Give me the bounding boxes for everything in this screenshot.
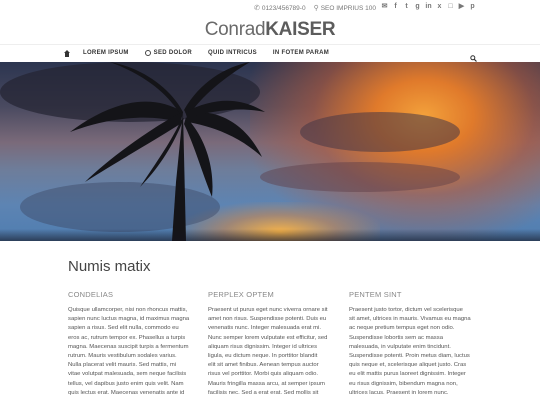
- site-logo[interactable]: ConradKAISER: [0, 19, 540, 41]
- pinterest-icon[interactable]: p: [469, 3, 476, 11]
- home-icon[interactable]: [64, 50, 70, 57]
- main-navigation: LOREM IPSUM SED DOLOR QUID INTRICUS IN F…: [0, 44, 540, 62]
- google-plus-icon[interactable]: g: [414, 3, 421, 11]
- youtube-icon[interactable]: ▶: [458, 3, 465, 11]
- column-heading: PENTEM SINT: [349, 290, 402, 299]
- facebook-icon[interactable]: f: [392, 3, 399, 11]
- linkedin-icon[interactable]: in: [425, 3, 432, 11]
- nav-item-label: LOREM IPSUM: [83, 50, 129, 56]
- column-text: Praesent justo tortor, dictum vel sceler…: [349, 307, 471, 396]
- column-heading: CONDELIAS: [68, 290, 114, 299]
- top-bar: ✆ 0123/456789-0 ⚲ SEO IMPRIUS 100 ✉ f t …: [0, 0, 540, 18]
- content-column: CONDELIAS Quisque ullamcorper, nisi non …: [68, 290, 193, 398]
- location-pin-icon: ⚲: [313, 5, 319, 12]
- address-text: SEO IMPRIUS 100: [320, 4, 376, 12]
- nav-item-label: QUID INTRICUS: [208, 50, 257, 56]
- instagram-icon[interactable]: □: [447, 3, 454, 11]
- contact-info: ✆ 0123/456789-0 ⚲ SEO IMPRIUS 100: [253, 4, 376, 13]
- content-column: PERPLEX OPTEM Praesent ut purus eget nun…: [208, 290, 333, 398]
- nav-item-quid-intricus[interactable]: QUID INTRICUS: [208, 50, 257, 56]
- page-title: Numis matix: [68, 258, 151, 275]
- logo-second-part: KAISER: [265, 19, 336, 40]
- column-text: Quisque ullamcorper, nisi non rhoncus ma…: [68, 307, 190, 396]
- column-text: Praesent ut purus eget nunc viverra orna…: [208, 307, 328, 396]
- palm-tree-silhouette: [70, 62, 265, 241]
- phone-icon: ✆: [253, 5, 260, 12]
- xing-icon[interactable]: x: [436, 3, 443, 11]
- nav-item-label: IN FOTEM PARAM: [272, 50, 330, 56]
- column-heading: PERPLEX OPTEM: [208, 290, 274, 299]
- phone-number[interactable]: 0123/456789-0: [262, 5, 306, 12]
- clock-icon: [144, 50, 151, 56]
- nav-item-in-fotem-param[interactable]: IN FOTEM PARAM: [273, 50, 329, 56]
- nav-item-label: SED DOLOR: [153, 50, 193, 56]
- content-column: PENTEM SINT Praesent justo tortor, dictu…: [349, 290, 474, 398]
- mail-icon[interactable]: ✉: [381, 3, 388, 11]
- twitter-icon[interactable]: t: [403, 3, 410, 11]
- nav-item-sed-dolor[interactable]: SED DOLOR: [144, 50, 193, 56]
- social-links: ✉ f t g in x □ ▶ p: [381, 3, 476, 11]
- hero-image: [0, 62, 540, 241]
- logo-first-part: Conrad: [204, 19, 266, 40]
- nav-item-lorem-ipsum[interactable]: LOREM IPSUM: [83, 50, 129, 56]
